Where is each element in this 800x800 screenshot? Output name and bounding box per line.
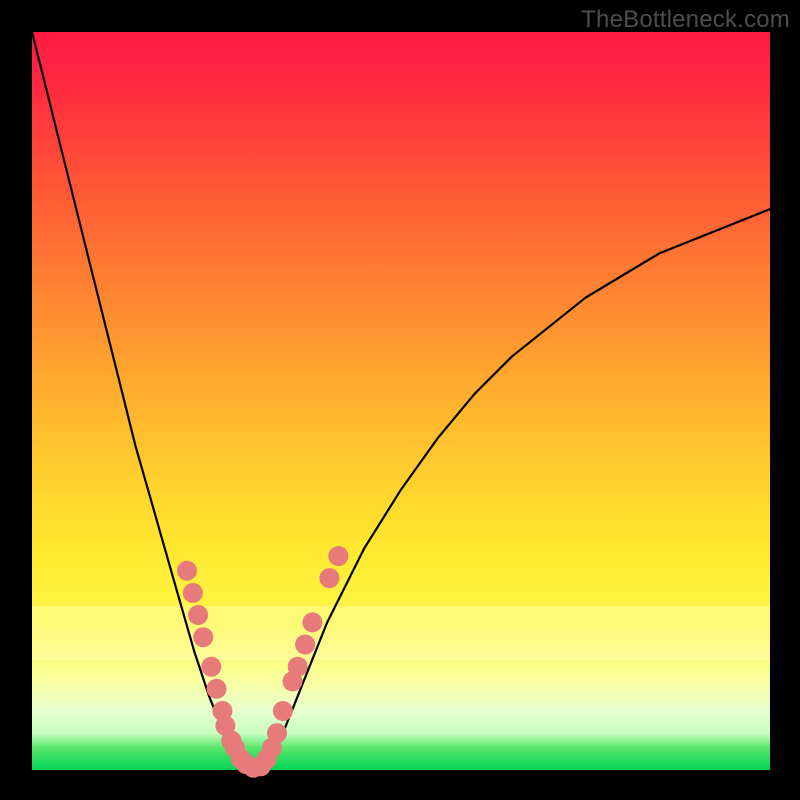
highlight-band	[32, 606, 770, 660]
outer-frame: TheBottleneck.com	[0, 0, 800, 800]
plot-background	[32, 32, 770, 770]
watermark-text: TheBottleneck.com	[581, 6, 790, 34]
